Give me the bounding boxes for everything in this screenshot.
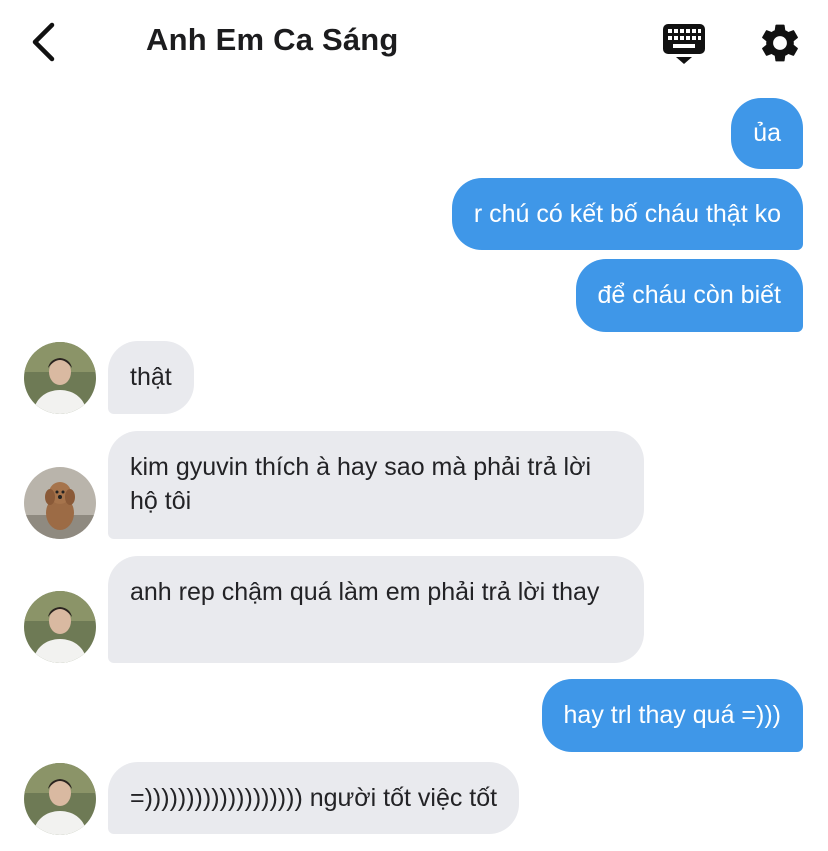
message-bubble-incoming[interactable]: =))))))))))))))))))) người tốt việc tốt [108, 762, 520, 834]
avatar[interactable] [24, 342, 96, 414]
message-bubble-incoming[interactable]: kim gyuvin thích à hay sao mà phải trả l… [108, 431, 644, 539]
settings-button[interactable] [757, 20, 803, 66]
message-text: r chú có kết bố cháu thật ko [473, 200, 781, 228]
back-button[interactable] [26, 20, 66, 64]
keyboard-button[interactable] [660, 20, 708, 66]
dog-avatar-icon [24, 467, 96, 539]
message-text: ủa [753, 119, 781, 147]
chat-header: Anh Em Ca Sáng [0, 0, 828, 90]
avatar[interactable] [24, 591, 96, 663]
message-text: để cháu còn biết [597, 281, 781, 309]
gear-icon [762, 24, 798, 62]
avatar[interactable] [24, 467, 96, 539]
avatar[interactable] [24, 763, 96, 835]
message-text: =))))))))))))))))))) người tốt việc tốt [130, 784, 498, 812]
person-avatar-icon [24, 342, 96, 414]
chat-title: Anh Em Ca Sáng [146, 22, 399, 57]
person-avatar-icon [24, 763, 96, 835]
message-text: kim gyuvin thích à hay sao mà phải trả l… [130, 453, 592, 515]
person-avatar-icon [24, 591, 96, 663]
message-bubble-outgoing[interactable]: để cháu còn biết [575, 259, 803, 332]
message-bubble-outgoing[interactable]: r chú có kết bố cháu thật ko [451, 178, 803, 250]
message-bubble-incoming[interactable]: thật [108, 341, 194, 414]
message-text: hay trl thay quá =))) [563, 701, 781, 729]
keyboard-icon [663, 24, 705, 64]
message-bubble-outgoing[interactable]: hay trl thay quá =))) [541, 679, 803, 752]
chevron-left-icon [32, 22, 55, 62]
message-text: thật [130, 363, 172, 391]
message-bubble-incoming[interactable]: anh rep chậm quá làm em phải trả lời tha… [108, 556, 644, 663]
message-bubble-outgoing[interactable]: ủa [731, 98, 803, 169]
message-text: anh rep chậm quá làm em phải trả lời tha… [130, 578, 600, 606]
